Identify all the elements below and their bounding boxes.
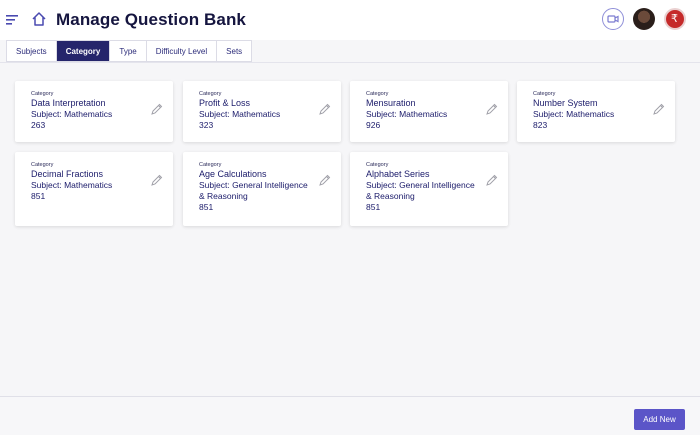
card-category-name: Mensuration [366,98,416,108]
category-card[interactable]: Category Data Interpretation Subject: Ma… [15,81,173,142]
card-count: 851 [199,202,214,212]
card-count: 323 [199,120,214,130]
tab-divider [0,62,700,63]
category-card[interactable]: Category Age Calculations Subject: Gener… [183,152,341,226]
card-subject: Subject: General Intelligence [366,180,475,190]
card-count: 926 [366,120,381,130]
home-icon[interactable] [31,11,47,27]
tab-difficulty-level[interactable]: Difficulty Level [146,41,218,61]
tab-bar: Subjects Category Type Difficulty Level … [6,40,253,62]
category-card[interactable]: Category Mensuration Subject: Mathematic… [350,81,508,142]
pencil-edit-icon[interactable] [485,103,498,116]
card-count: 823 [533,120,548,130]
card-label: Category [31,162,54,168]
tab-subjects[interactable]: Subjects [7,41,57,61]
card-subject: Subject: Mathematics [533,109,615,119]
add-new-button[interactable]: Add New [634,409,685,430]
video-call-icon[interactable] [602,8,624,30]
card-label: Category [31,91,54,97]
coin-badge-icon[interactable] [664,8,686,30]
card-category-name: Decimal Fractions [31,169,104,179]
header-actions [602,8,686,30]
card-count: 851 [31,191,46,201]
pencil-edit-icon[interactable] [485,174,498,187]
card-subject: Subject: Mathematics [31,180,113,190]
card-label: Category [533,91,556,97]
card-subject: Subject: Mathematics [366,109,448,119]
card-category-name: Alphabet Series [366,169,430,179]
footer-bar [0,397,700,435]
tab-sets[interactable]: Sets [217,41,252,61]
tab-category[interactable]: Category [56,41,111,61]
top-bar: Manage Question Bank [0,0,700,40]
card-subject: Subject: General Intelligence [199,180,308,190]
card-label: Category [199,162,222,168]
user-avatar[interactable] [633,8,655,30]
card-label: Category [366,162,389,168]
card-category-name: Age Calculations [199,169,267,179]
card-count: 851 [366,202,381,212]
pencil-edit-icon[interactable] [150,174,163,187]
pencil-edit-icon[interactable] [150,103,163,116]
pencil-edit-icon[interactable] [318,103,331,116]
category-card[interactable]: Category Profit & Loss Subject: Mathemat… [183,81,341,142]
pencil-edit-icon[interactable] [652,103,665,116]
card-category-name: Data Interpretation [31,98,106,108]
card-subject-continued: & Reasoning [366,191,415,201]
card-label: Category [199,91,222,97]
card-subject: Subject: Mathematics [31,109,113,119]
card-subject-continued: & Reasoning [199,191,248,201]
card-subject: Subject: Mathematics [199,109,281,119]
card-category-name: Number System [533,98,598,108]
category-card[interactable]: Category Number System Subject: Mathemat… [517,81,675,142]
card-category-name: Profit & Loss [199,98,251,108]
page-title: Manage Question Bank [56,10,246,29]
tab-type[interactable]: Type [110,41,147,61]
category-card[interactable]: Category Decimal Fractions Subject: Math… [15,152,173,226]
card-count: 263 [31,120,46,130]
card-label: Category [366,91,389,97]
category-card[interactable]: Category Alphabet Series Subject: Genera… [350,152,508,226]
menu-icon[interactable] [6,14,18,26]
pencil-edit-icon[interactable] [318,174,331,187]
